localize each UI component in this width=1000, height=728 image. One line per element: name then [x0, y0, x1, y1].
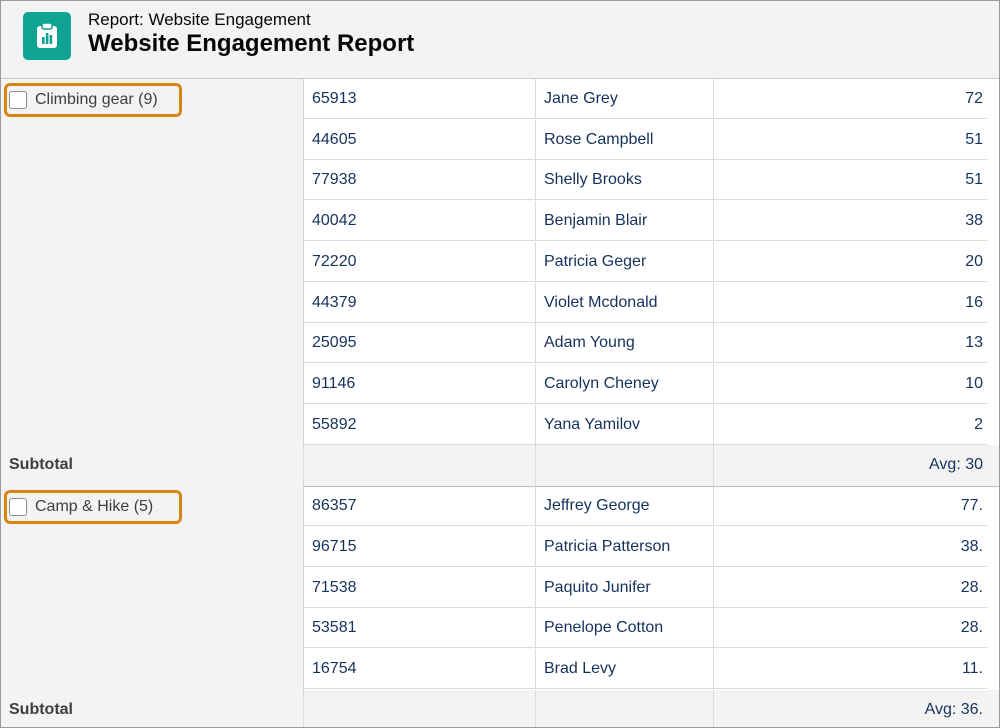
name-cell[interactable]: Jeffrey George [535, 486, 713, 527]
column-divider [303, 445, 304, 487]
value-cell: 20 [713, 241, 987, 282]
table-row: 86357 Jeffrey George 77. [1, 486, 999, 527]
table-row: 65913 Jane Grey 72 [1, 79, 999, 119]
name-cell[interactable]: Shelly Brooks [535, 160, 713, 201]
table-row: 71538 Paquito Junifer 28. [1, 567, 999, 608]
table-row: 96715 Patricia Patterson 38. [1, 527, 999, 567]
name-cell[interactable]: Paquito Junifer [535, 567, 713, 608]
report-type-label: Report: Website Engagement [88, 10, 311, 29]
report-frame: Report: Website Engagement Website Engag… [0, 0, 1000, 728]
id-cell: 65913 [303, 79, 535, 119]
value-cell: 13 [713, 323, 987, 364]
value-cell: 11. [713, 649, 987, 690]
name-cell[interactable]: Adam Young [535, 323, 713, 364]
subtotal-average: Avg: 30 [929, 456, 983, 474]
value-cell: 51 [713, 160, 987, 201]
name-cell[interactable]: Violet Mcdonald [535, 282, 713, 323]
column-divider [535, 689, 536, 727]
id-cell: 71538 [303, 567, 535, 608]
id-cell: 77938 [303, 160, 535, 201]
subtotal-row: Subtotal Avg: 36. [1, 689, 999, 727]
name-cell[interactable]: Carolyn Cheney [535, 363, 713, 404]
name-cell[interactable]: Patricia Geger [535, 241, 713, 282]
clipboard-chart-icon [37, 22, 57, 48]
column-divider [535, 445, 536, 487]
id-cell: 72220 [303, 241, 535, 282]
id-cell: 91146 [303, 363, 535, 404]
name-cell[interactable]: Rose Campbell [535, 119, 713, 160]
report-header: Report: Website Engagement Website Engag… [1, 1, 999, 79]
table-row: 16754 Brad Levy 11. [1, 649, 999, 690]
id-cell: 53581 [303, 608, 535, 649]
name-cell[interactable]: Brad Levy [535, 649, 713, 690]
table-row: 55892 Yana Yamilov 2 [1, 404, 999, 445]
id-cell: 16754 [303, 649, 535, 690]
id-cell: 55892 [303, 404, 535, 445]
name-cell[interactable]: Benjamin Blair [535, 201, 713, 242]
table-row: 77938 Shelly Brooks 51 [1, 160, 999, 201]
table-row: 44379 Violet Mcdonald 16 [1, 282, 999, 323]
value-cell: 77. [713, 486, 987, 527]
table-row: 40042 Benjamin Blair 38 [1, 201, 999, 242]
value-cell: 28. [713, 567, 987, 608]
id-cell: 44379 [303, 282, 535, 323]
value-cell: 38 [713, 201, 987, 242]
value-cell: 38. [713, 527, 987, 567]
name-cell[interactable]: Patricia Patterson [535, 527, 713, 567]
id-cell: 25095 [303, 323, 535, 364]
table-row: 44605 Rose Campbell 51 [1, 119, 999, 160]
subtotal-label: Subtotal [9, 700, 73, 718]
value-cell: 10 [713, 363, 987, 404]
table-row: 25095 Adam Young 13 [1, 323, 999, 364]
subtotal-average: Avg: 36. [924, 700, 983, 718]
name-cell[interactable]: Jane Grey [535, 79, 713, 119]
page-title: Website Engagement Report [88, 30, 415, 57]
id-cell: 86357 [303, 486, 535, 527]
table-row: 91146 Carolyn Cheney 10 [1, 363, 999, 404]
name-cell[interactable]: Yana Yamilov [535, 404, 713, 445]
subtotal-row: Subtotal Avg: 30 [1, 445, 999, 488]
id-cell: 40042 [303, 201, 535, 242]
report-icon [23, 12, 71, 60]
value-cell: 72 [713, 79, 987, 119]
table-row: 53581 Penelope Cotton 28. [1, 608, 999, 649]
name-cell[interactable]: Penelope Cotton [535, 608, 713, 649]
value-cell: 28. [713, 608, 987, 649]
column-divider [303, 689, 304, 727]
value-cell: 51 [713, 119, 987, 160]
id-cell: 44605 [303, 119, 535, 160]
id-cell: 96715 [303, 527, 535, 567]
subtotal-label: Subtotal [9, 456, 73, 474]
table-row: 72220 Patricia Geger 20 [1, 241, 999, 282]
value-cell: 16 [713, 282, 987, 323]
value-cell: 2 [713, 404, 987, 445]
